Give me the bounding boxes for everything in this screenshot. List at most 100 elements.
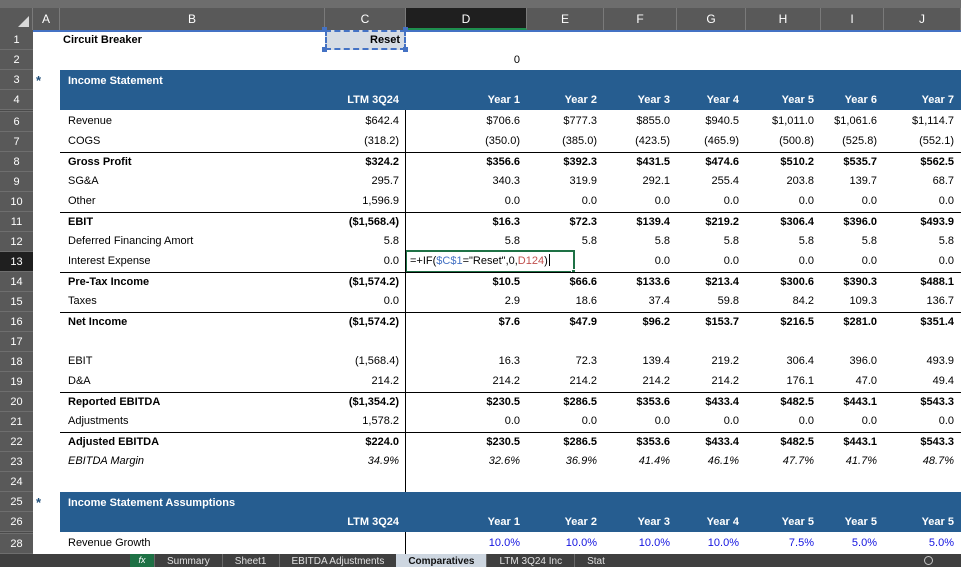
cell-B7[interactable]: COGS xyxy=(60,132,325,152)
row-header-12[interactable]: 12 xyxy=(0,232,33,252)
cell-D18[interactable]: 16.3 xyxy=(406,352,527,372)
cell-H17[interactable] xyxy=(746,332,821,352)
cell-B13[interactable]: Interest Expense xyxy=(60,252,325,272)
cell-F9[interactable]: 292.1 xyxy=(604,172,677,192)
cell-C22[interactable]: $224.0 xyxy=(325,433,406,452)
cell-I22[interactable]: $443.1 xyxy=(821,433,884,452)
cell-B18[interactable]: EBIT xyxy=(60,352,325,372)
selection-handle[interactable] xyxy=(403,27,408,32)
row-header-9[interactable]: 9 xyxy=(0,172,33,192)
row-header-25[interactable]: 25 xyxy=(0,492,33,512)
row-header-4[interactable]: 4 xyxy=(0,90,33,110)
cell-E21[interactable]: 0.0 xyxy=(527,412,604,432)
cell-I14[interactable]: $390.3 xyxy=(821,273,884,292)
row-header-10[interactable]: 10 xyxy=(0,192,33,212)
cell-D11[interactable]: $16.3 xyxy=(406,213,527,232)
cell-E16[interactable]: $47.9 xyxy=(527,313,604,332)
cell-C10[interactable]: 1,596.9 xyxy=(325,192,406,212)
cell-J9[interactable]: 68.7 xyxy=(884,172,961,192)
row-header-2[interactable]: 2 xyxy=(0,50,33,70)
column-header-J[interactable]: J xyxy=(884,8,961,30)
cell-C15[interactable]: 0.0 xyxy=(325,292,406,312)
cell-J10[interactable]: 0.0 xyxy=(884,192,961,212)
cell-D7[interactable]: (350.0) xyxy=(406,132,527,152)
cell-F15[interactable]: 37.4 xyxy=(604,292,677,312)
cell-G18[interactable]: 219.2 xyxy=(677,352,746,372)
cell-B6[interactable]: Revenue xyxy=(60,112,325,132)
cell-J8[interactable]: $562.5 xyxy=(884,153,961,172)
row-header-24[interactable]: 24 xyxy=(0,472,33,492)
column-header-G[interactable]: G xyxy=(677,8,746,30)
row-header-18[interactable]: 18 xyxy=(0,352,33,372)
cell-I11[interactable]: $396.0 xyxy=(821,213,884,232)
cell-F13[interactable]: 0.0 xyxy=(604,252,677,272)
cell-E22[interactable]: $286.5 xyxy=(527,433,604,452)
cell-C9[interactable]: 295.7 xyxy=(325,172,406,192)
cell-E12[interactable]: 5.8 xyxy=(527,232,604,252)
selection-handle[interactable] xyxy=(322,27,327,32)
column-header-H[interactable]: H xyxy=(746,8,821,30)
cell-I6[interactable]: $1,061.6 xyxy=(821,112,884,132)
cell-J6[interactable]: $1,114.7 xyxy=(884,112,961,132)
cell-J28[interactable]: 5.0% xyxy=(884,534,961,554)
cell-E7[interactable]: (385.0) xyxy=(527,132,604,152)
cell-E20[interactable]: $286.5 xyxy=(527,393,604,412)
cell-C6[interactable]: $642.4 xyxy=(325,112,406,132)
cell-F14[interactable]: $133.6 xyxy=(604,273,677,292)
cell-F16[interactable]: $96.2 xyxy=(604,313,677,332)
formula-edit-box[interactable]: =+IF($C$1="Reset",0,D124) xyxy=(405,250,575,273)
cell-C12[interactable]: 5.8 xyxy=(325,232,406,252)
cell-D8[interactable]: $356.6 xyxy=(406,153,527,172)
row-header-22[interactable]: 22 xyxy=(0,432,33,452)
cell-D22[interactable]: $230.5 xyxy=(406,433,527,452)
cell-D15[interactable]: 2.9 xyxy=(406,292,527,312)
cell-F10[interactable]: 0.0 xyxy=(604,192,677,212)
year-header-cell[interactable]: Year 4 xyxy=(677,512,746,532)
cell-I10[interactable]: 0.0 xyxy=(821,192,884,212)
row-header-7[interactable]: 7 xyxy=(0,132,33,152)
cell-F11[interactable]: $139.4 xyxy=(604,213,677,232)
cell-I28[interactable]: 5.0% xyxy=(821,534,884,554)
year-header-cell[interactable]: Year 1 xyxy=(406,512,527,532)
cell-F21[interactable]: 0.0 xyxy=(604,412,677,432)
cell-F6[interactable]: $855.0 xyxy=(604,112,677,132)
cell-H13[interactable]: 0.0 xyxy=(746,252,821,272)
cell-D10[interactable]: 0.0 xyxy=(406,192,527,212)
cell-F28[interactable]: 10.0% xyxy=(604,534,677,554)
cell-B23[interactable]: EBITDA Margin xyxy=(60,452,325,472)
cell-I7[interactable]: (525.8) xyxy=(821,132,884,152)
cell-I20[interactable]: $443.1 xyxy=(821,393,884,412)
year-header-cell[interactable]: Year 4 xyxy=(677,90,746,110)
cell-B15[interactable]: Taxes xyxy=(60,292,325,312)
column-header-C[interactable]: C xyxy=(325,8,406,30)
cell-H14[interactable]: $300.6 xyxy=(746,273,821,292)
sheet-tab-sheet1[interactable]: Sheet1 xyxy=(222,554,279,567)
cell-D20[interactable]: $230.5 xyxy=(406,393,527,412)
cell-E17[interactable] xyxy=(527,332,604,352)
cell-B9[interactable]: SG&A xyxy=(60,172,325,192)
cell-G19[interactable]: 214.2 xyxy=(677,372,746,392)
cell-I15[interactable]: 109.3 xyxy=(821,292,884,312)
cell-B10[interactable]: Other xyxy=(60,192,325,212)
cell-E19[interactable]: 214.2 xyxy=(527,372,604,392)
cell-F19[interactable]: 214.2 xyxy=(604,372,677,392)
year-header-cell[interactable]: Year 5 xyxy=(821,512,884,532)
cell-B8[interactable]: Gross Profit xyxy=(60,153,325,172)
row-header-6[interactable]: 6 xyxy=(0,112,33,132)
cell-E28[interactable]: 10.0% xyxy=(527,534,604,554)
circuit-breaker-label-cell[interactable]: Circuit Breaker xyxy=(60,30,325,50)
cell-I13[interactable]: 0.0 xyxy=(821,252,884,272)
cell-B16[interactable]: Net Income xyxy=(60,313,325,332)
cell-H16[interactable]: $216.5 xyxy=(746,313,821,332)
sheet-tab-summary[interactable]: Summary xyxy=(154,554,222,567)
row-header-13[interactable]: 13 xyxy=(0,252,33,272)
cell-I18[interactable]: 396.0 xyxy=(821,352,884,372)
row-header-3[interactable]: 3 xyxy=(0,70,33,90)
green-sheet-tab-stub[interactable]: fx xyxy=(130,554,154,567)
cell-F22[interactable]: $353.6 xyxy=(604,433,677,452)
row-header-19[interactable]: 19 xyxy=(0,372,33,392)
sheet-tab-ltm-3q24-inc[interactable]: LTM 3Q24 Inc xyxy=(486,554,574,567)
cell-G11[interactable]: $219.2 xyxy=(677,213,746,232)
cell-G16[interactable]: $153.7 xyxy=(677,313,746,332)
cell-H10[interactable]: 0.0 xyxy=(746,192,821,212)
